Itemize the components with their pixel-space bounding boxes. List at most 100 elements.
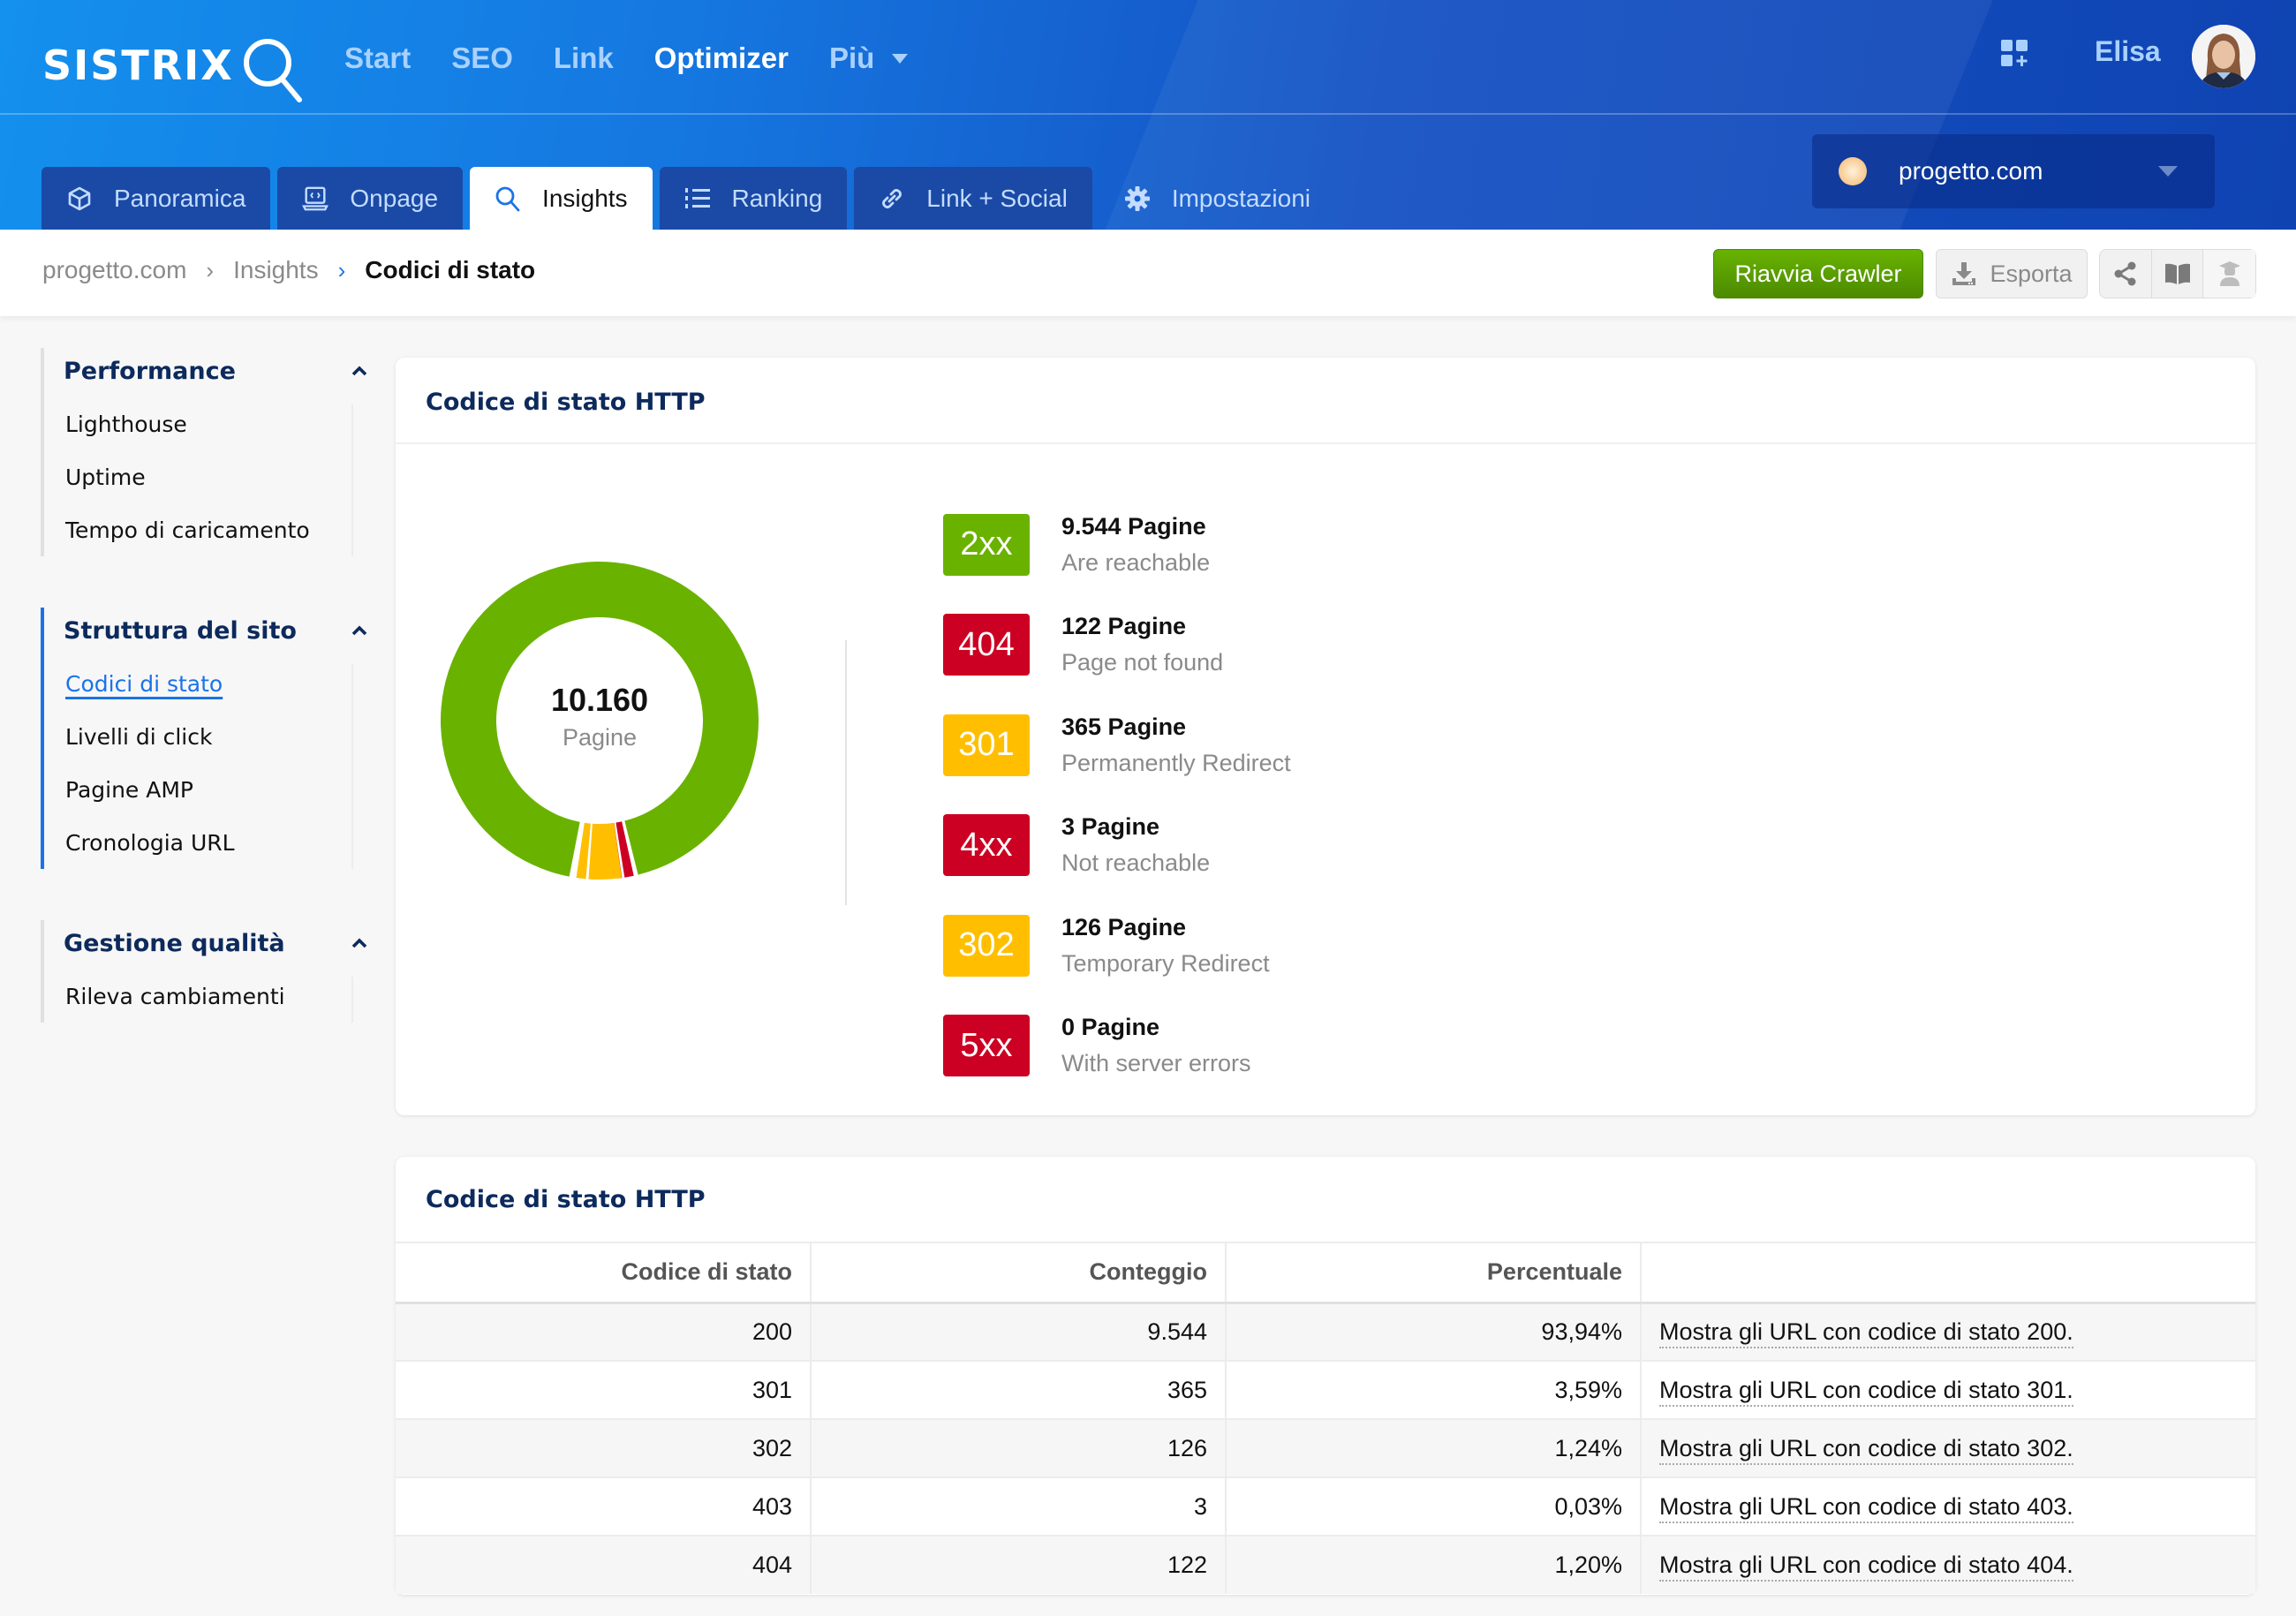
cell-percent: 1,20% xyxy=(1226,1536,1642,1594)
cell-status-code: 301 xyxy=(396,1361,812,1420)
graduate-icon xyxy=(2218,261,2240,286)
tab-label: Panoramica xyxy=(114,184,246,212)
tab-insights[interactable]: Insights xyxy=(470,167,653,230)
cell-action: Mostra gli URL con codice di stato 404. xyxy=(1641,1536,2255,1594)
breadcrumb: progetto.com › Insights › Codici di stat… xyxy=(42,256,535,284)
legend-desc: With server errors xyxy=(1061,1050,1251,1077)
card-title: Codice di stato HTTP xyxy=(426,389,706,416)
column-header-status-code[interactable]: Codice di stato xyxy=(396,1242,812,1304)
sidebar-item-lighthouse[interactable]: Lighthouse xyxy=(41,397,367,450)
sidebar-group-header[interactable]: Struttura del sito xyxy=(41,604,367,657)
breadcrumb-current: Codici di stato xyxy=(365,256,536,283)
tab-label: Impostazioni xyxy=(1171,184,1311,212)
sidebar-item-click-levels[interactable]: Livelli di click xyxy=(41,710,367,763)
magnifier-logo-icon xyxy=(243,38,302,102)
share-button[interactable] xyxy=(2100,250,2152,298)
academy-button[interactable] xyxy=(2203,250,2255,298)
nav-link[interactable]: Link xyxy=(554,42,614,75)
sidebar-group-header[interactable]: Performance xyxy=(41,344,367,397)
sidebar-item-uptime[interactable]: Uptime xyxy=(41,450,367,503)
cell-count: 9.544 xyxy=(811,1303,1227,1362)
user-name[interactable]: Elisa xyxy=(2095,35,2161,68)
status-overview-card: Codice di stato HTTP 10.160 Pagine 2xx 9… xyxy=(396,358,2255,1115)
legend-count: 3 Pagine xyxy=(1061,813,1160,841)
download-icon xyxy=(1952,262,1976,285)
chevron-up-icon xyxy=(351,938,367,948)
sidebar-item-url-history[interactable]: Cronologia URL xyxy=(41,816,367,869)
nav-optimizer[interactable]: Optimizer xyxy=(654,42,789,75)
export-button[interactable]: Esporta xyxy=(1936,249,2088,298)
action-button-group xyxy=(2099,249,2256,298)
user-avatar[interactable] xyxy=(2192,25,2255,88)
tab-panoramica[interactable]: Panoramica xyxy=(42,167,271,230)
cell-action: Mostra gli URL con codice di stato 403. xyxy=(1641,1477,2255,1537)
cell-count: 3 xyxy=(811,1477,1227,1537)
show-urls-link[interactable]: Mostra gli URL con codice di stato 404. xyxy=(1659,1552,2073,1582)
table-row: 301 365 3,59% Mostra gli URL con codice di … xyxy=(396,1361,2255,1420)
tab-onpage[interactable]: Onpage xyxy=(277,167,464,230)
sidebar-item-amp-pages[interactable]: Pagine AMP xyxy=(41,763,367,816)
card-title: Codice di stato HTTP xyxy=(426,1186,706,1213)
sidebar-group-title: Gestione qualità xyxy=(64,929,285,957)
legend-count: 126 Pagine xyxy=(1061,913,1187,940)
sidebar-item-load-time[interactable]: Tempo di caricamento xyxy=(41,503,367,556)
show-urls-link[interactable]: Mostra gli URL con codice di stato 301. xyxy=(1659,1376,2073,1407)
link-icon xyxy=(879,185,905,212)
table-row: 404 122 1,20% Mostra gli URL con codice di … xyxy=(396,1536,2255,1594)
column-header-percent[interactable]: Percentuale xyxy=(1226,1242,1642,1304)
table-row: 302 126 1,24% Mostra gli URL con codice di … xyxy=(396,1419,2255,1478)
sidebar-item-label: Pagine AMP xyxy=(65,776,194,803)
cell-count: 126 xyxy=(811,1419,1227,1478)
tab-label: Insights xyxy=(542,184,628,212)
nav-seo[interactable]: SEO xyxy=(451,42,513,75)
breadcrumb-insights[interactable]: Insights xyxy=(233,256,319,284)
card-divider xyxy=(396,442,2255,444)
show-urls-link[interactable]: Mostra gli URL con codice di stato 403. xyxy=(1659,1492,2073,1523)
logo-text: SISTRIX xyxy=(42,41,234,89)
sidebar-item-detect-changes[interactable]: Rileva cambiamenti xyxy=(41,970,367,1023)
nav-optimizer-label: Optimizer xyxy=(653,42,789,74)
sidebar-group-performance: Performance Lighthouse Uptime Tempo di c… xyxy=(41,344,367,556)
legend-desc: Permanently Redirect xyxy=(1061,749,1291,776)
cell-action: Mostra gli URL con codice di stato 301. xyxy=(1641,1361,2255,1420)
share-icon xyxy=(2114,261,2136,286)
table-row: 200 9.544 93,94% Mostra gli URL con codice … xyxy=(396,1303,2255,1362)
sidebar: Performance Lighthouse Uptime Tempo di c… xyxy=(41,344,367,1070)
nav-start[interactable]: Start xyxy=(344,42,411,75)
cell-status-code: 200 xyxy=(396,1303,812,1362)
nav-start-label: Start xyxy=(344,42,412,74)
restart-crawler-button[interactable]: Riavvia Crawler xyxy=(1713,249,1923,298)
nav-more-dropdown[interactable]: Più xyxy=(829,42,909,75)
breadcrumb-project[interactable]: progetto.com xyxy=(42,256,186,284)
column-header-count[interactable]: Conteggio xyxy=(811,1242,1227,1304)
export-label: Esporta xyxy=(1990,260,2073,287)
legend-item-2xx: 2xx 9.544 Pagine Are reachable xyxy=(943,495,1291,595)
show-urls-link[interactable]: Mostra gli URL con codice di stato 200. xyxy=(1659,1318,2073,1348)
legend-count: 122 Pagine xyxy=(1061,613,1187,640)
show-urls-link[interactable]: Mostra gli URL con codice di stato 302. xyxy=(1659,1434,2073,1465)
sidebar-group-quality: Gestione qualità Rileva cambiamenti xyxy=(41,917,367,1023)
handbook-button[interactable] xyxy=(2152,250,2204,298)
sistrix-logo[interactable]: SISTRIX xyxy=(42,32,308,102)
group-divider xyxy=(351,977,353,1023)
sidebar-group-header[interactable]: Gestione qualità xyxy=(41,917,367,970)
laptop-code-icon xyxy=(302,185,329,212)
project-select[interactable]: progetto.com xyxy=(1812,134,2215,208)
column-header-action xyxy=(1641,1242,2255,1304)
sidebar-item-status-codes[interactable]: Codici di stato xyxy=(41,657,367,710)
cell-status-code: 403 xyxy=(396,1477,812,1537)
caret-down-icon xyxy=(892,53,909,64)
apps-add-icon[interactable] xyxy=(2000,39,2030,69)
legend-desc: Not reachable xyxy=(1061,850,1211,877)
sidebar-item-label: Cronologia URL xyxy=(65,829,235,856)
chevron-right-icon: › xyxy=(337,256,346,283)
tab-ranking[interactable]: Ranking xyxy=(659,167,848,230)
caret-down-icon xyxy=(2158,166,2178,177)
cell-count: 122 xyxy=(811,1536,1227,1594)
module-tabs: Panoramica Onpage Insights Ranking Link … xyxy=(42,167,1335,230)
tab-impostazioni[interactable]: Impostazioni xyxy=(1099,167,1335,230)
tab-link-social[interactable]: Link + Social xyxy=(854,167,1092,230)
app-header: SISTRIX Start SEO Link Optimizer Più Eli… xyxy=(0,0,2296,230)
gear-icon xyxy=(1124,185,1151,212)
nav-seo-label: SEO xyxy=(451,42,513,74)
